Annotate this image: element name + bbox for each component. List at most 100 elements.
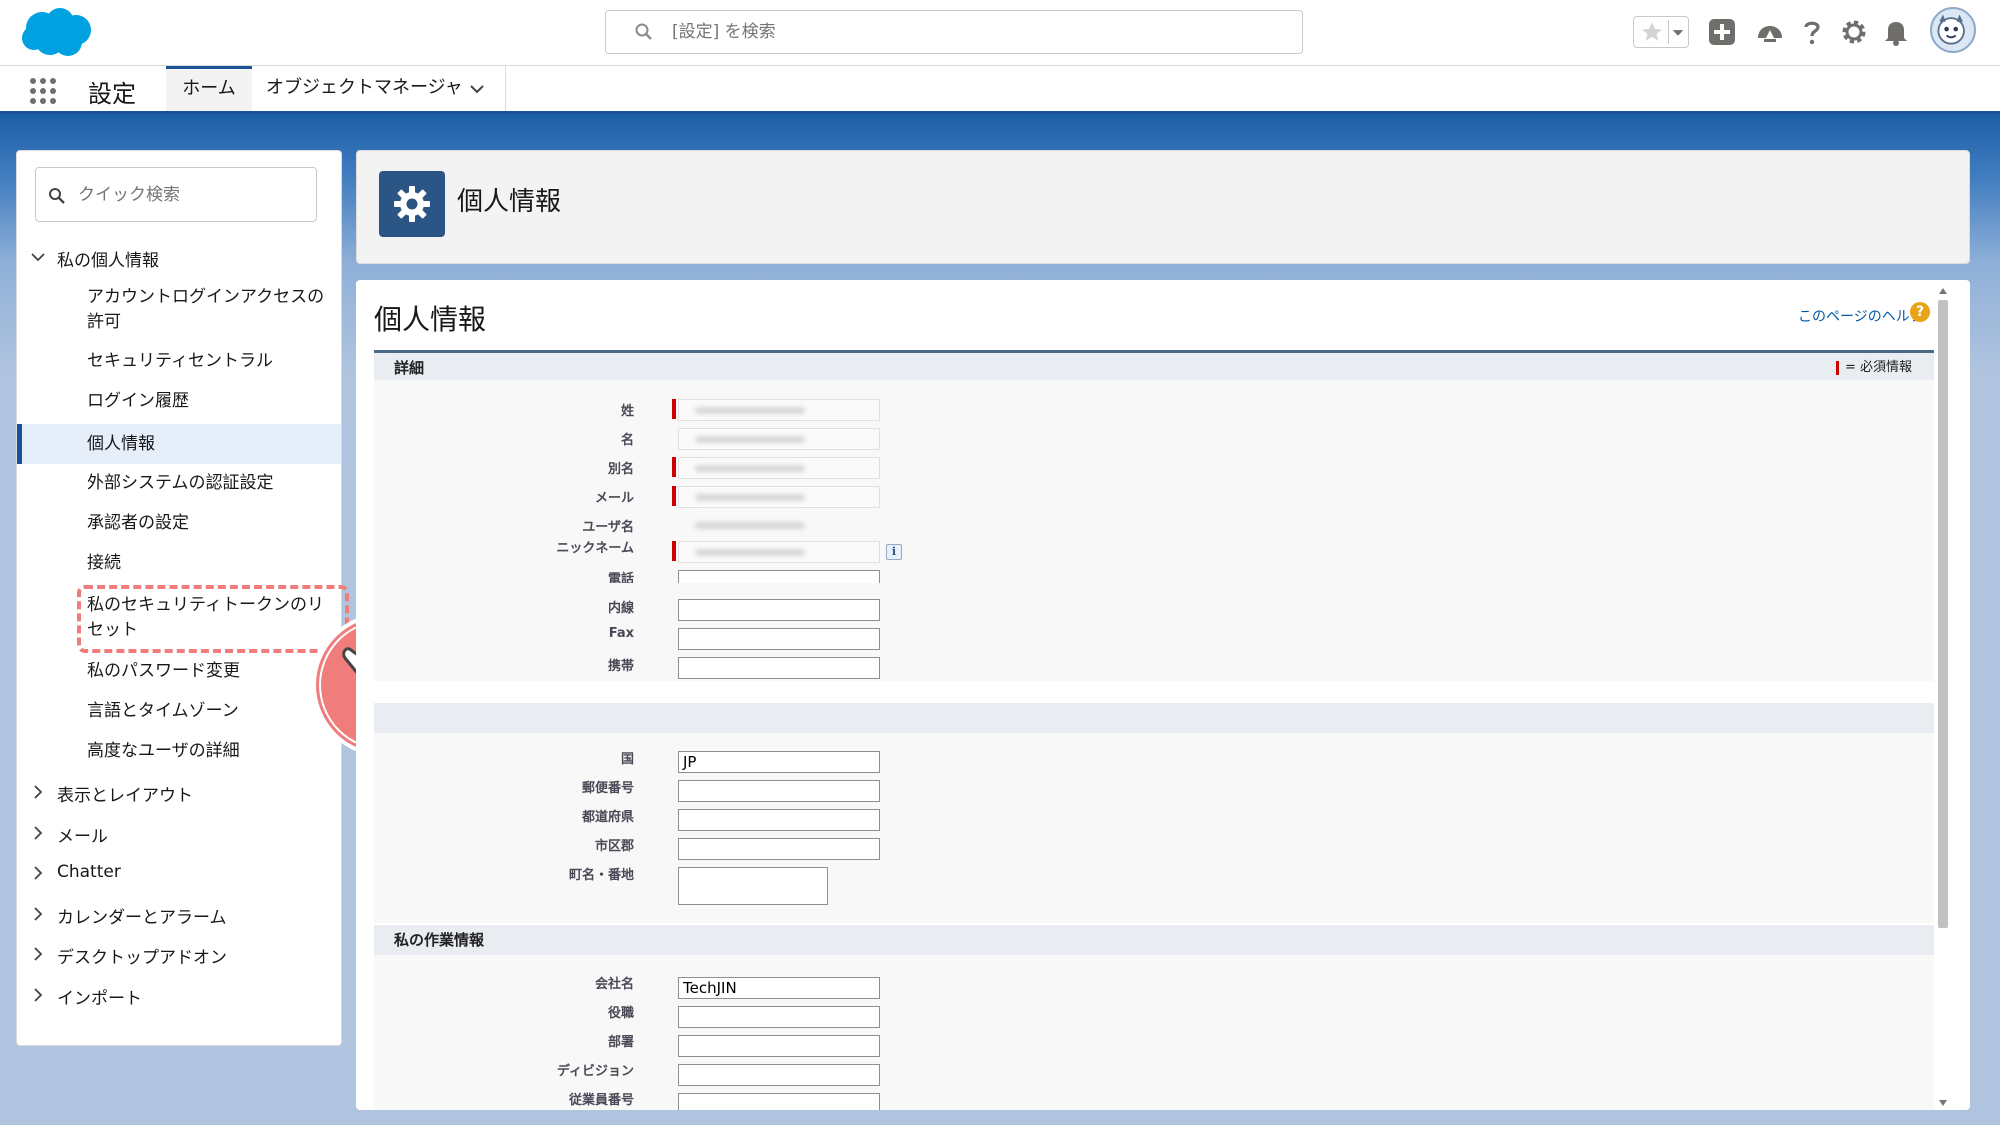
field-username	[678, 514, 880, 536]
chevron-down-icon[interactable]	[29, 248, 47, 266]
chevron-right-icon[interactable]	[29, 783, 47, 801]
tree-group-label: 私の個人情報	[57, 251, 159, 271]
field-label-mobile: 携帯	[607, 659, 634, 674]
scroll-down-arrow[interactable]	[1939, 1100, 1947, 1106]
chevron-right-icon[interactable]	[29, 986, 47, 1004]
field-label-alias: 別名	[607, 462, 634, 477]
field-extension[interactable]	[678, 599, 880, 621]
section-header-details: 詳細 = 必須情報	[374, 350, 1934, 380]
chevron-right-icon[interactable]	[29, 905, 47, 923]
astro-avatar-icon	[1937, 14, 1965, 45]
field-label-email: メール	[594, 491, 634, 506]
star-icon[interactable]	[1638, 18, 1666, 46]
tree-item-connections[interactable]: 接続	[17, 551, 341, 576]
field-label-company: 会社名	[594, 977, 634, 992]
scrollbar-thumb[interactable]	[1938, 300, 1948, 928]
page-title: 個人情報	[457, 187, 562, 217]
gear-icon[interactable]	[1838, 16, 1870, 48]
tree-item-language-timezone[interactable]: 言語とタイムゾーン	[17, 699, 341, 724]
field-label-prefecture: 都道府県	[581, 810, 634, 825]
help-link[interactable]: このページのヘルプ	[1798, 306, 1924, 326]
tree-item-login-history[interactable]: ログイン履歴	[17, 389, 341, 414]
field-label-nickname: ニックネーム	[556, 541, 634, 556]
user-avatar[interactable]	[1930, 7, 1976, 53]
scroll-up-arrow[interactable]	[1939, 288, 1947, 294]
favorites-control[interactable]	[1633, 16, 1689, 48]
required-legend-text: = 必須情報	[1844, 360, 1912, 375]
bell-icon[interactable]	[1880, 16, 1912, 48]
field-first-name[interactable]	[678, 428, 880, 450]
field-employee-number[interactable]	[678, 1093, 880, 1110]
field-label-division: ディビジョン	[556, 1064, 634, 1079]
field-company[interactable]: TechJIN	[678, 977, 880, 999]
tree-item-security-central[interactable]: セキュリティセントラル	[17, 349, 341, 374]
info-icon[interactable]: i	[886, 544, 902, 560]
required-marker	[672, 486, 676, 506]
field-mobile[interactable]	[678, 657, 880, 679]
app-launcher-icon[interactable]	[28, 76, 58, 106]
tree-group-import[interactable]: インポート	[17, 978, 343, 1014]
field-street[interactable]	[678, 867, 828, 905]
field-alias[interactable]	[678, 457, 880, 479]
quick-find-input[interactable]	[78, 182, 298, 208]
tree-group-my-personal-info[interactable]: 私の個人情報	[17, 240, 343, 276]
field-prefecture[interactable]	[678, 809, 880, 831]
field-division[interactable]	[678, 1064, 880, 1086]
salesforce-logo[interactable]	[20, 6, 96, 58]
help-icon[interactable]: ?	[1910, 302, 1930, 322]
field-last-name[interactable]	[678, 399, 880, 421]
tree-group-desktop-addons[interactable]: デスクトップアドオン	[17, 937, 343, 973]
search-icon	[49, 188, 65, 204]
content-scrollbar[interactable]	[1936, 286, 1950, 1108]
field-label-last-name: 姓	[620, 404, 634, 419]
chevron-right-icon[interactable]	[29, 824, 47, 842]
global-search-input[interactable]	[672, 19, 1272, 45]
tree-item-external-auth[interactable]: 外部システムの認証設定	[17, 471, 341, 496]
field-postal-code[interactable]	[678, 780, 880, 802]
field-department[interactable]	[678, 1035, 880, 1057]
field-city[interactable]	[678, 838, 880, 860]
add-icon[interactable]	[1706, 16, 1738, 48]
help-icon[interactable]	[1796, 16, 1828, 48]
tree-group-chatter[interactable]: Chatter	[17, 856, 343, 892]
field-nickname[interactable]	[678, 541, 880, 563]
field-label-username: ユーザ名	[582, 520, 634, 535]
tree-item-approver-settings[interactable]: 承認者の設定	[17, 511, 341, 536]
global-search[interactable]	[605, 10, 1303, 54]
tab-object-manager-label: オブジェクトマネージャ	[266, 77, 463, 98]
field-label-department: 部署	[607, 1035, 634, 1050]
chevron-down-icon[interactable]	[468, 80, 486, 98]
section-title: 詳細	[394, 359, 425, 377]
favorites-dropdown-icon[interactable]	[1668, 20, 1687, 44]
tab-home[interactable]: ホーム	[166, 66, 252, 111]
field-label-country: 国	[620, 752, 634, 767]
tree-group-label: 表示とレイアウト	[57, 786, 193, 806]
tree-group-calendar-alarms[interactable]: カレンダーとアラーム	[17, 897, 343, 933]
setup-sidebar: 私の個人情報 アカウントログインアクセスの許可 セキュリティセントラル ログイン…	[16, 150, 349, 1046]
field-fax[interactable]	[678, 628, 880, 650]
required-marker	[1835, 360, 1839, 375]
field-label-city: 市区郡	[594, 839, 634, 854]
trailhead-icon[interactable]	[1754, 16, 1786, 48]
quick-find[interactable]	[35, 167, 317, 222]
field-title[interactable]	[678, 1006, 880, 1028]
search-icon	[635, 23, 652, 40]
page-header: 個人情報	[356, 150, 1970, 264]
tab-object-manager[interactable]: オブジェクトマネージャ	[252, 66, 506, 111]
field-country[interactable]: JP	[678, 751, 880, 773]
chevron-right-icon[interactable]	[29, 945, 47, 963]
tree-item-advanced-user-details[interactable]: 高度なユーザの詳細	[17, 739, 341, 764]
field-label-first-name: 名	[620, 433, 634, 448]
field-email[interactable]	[678, 486, 880, 508]
tree-item-login-access[interactable]: アカウントログインアクセスの許可	[17, 285, 341, 335]
required-legend: = 必須情報	[1835, 353, 1912, 383]
chevron-right-icon[interactable]	[29, 864, 47, 882]
gear-icon	[394, 186, 430, 222]
field-label-title: 役職	[607, 1006, 634, 1021]
tree-group-display-layout[interactable]: 表示とレイアウト	[17, 775, 343, 811]
tree-group-email[interactable]: メール	[17, 816, 343, 852]
tree-item-change-password[interactable]: 私のパスワード変更	[17, 659, 341, 684]
section-header-address	[374, 703, 1934, 733]
tree-item-personal-info[interactable]: 個人情報	[17, 424, 341, 464]
field-label-employee-number: 従業員番号	[568, 1093, 634, 1108]
